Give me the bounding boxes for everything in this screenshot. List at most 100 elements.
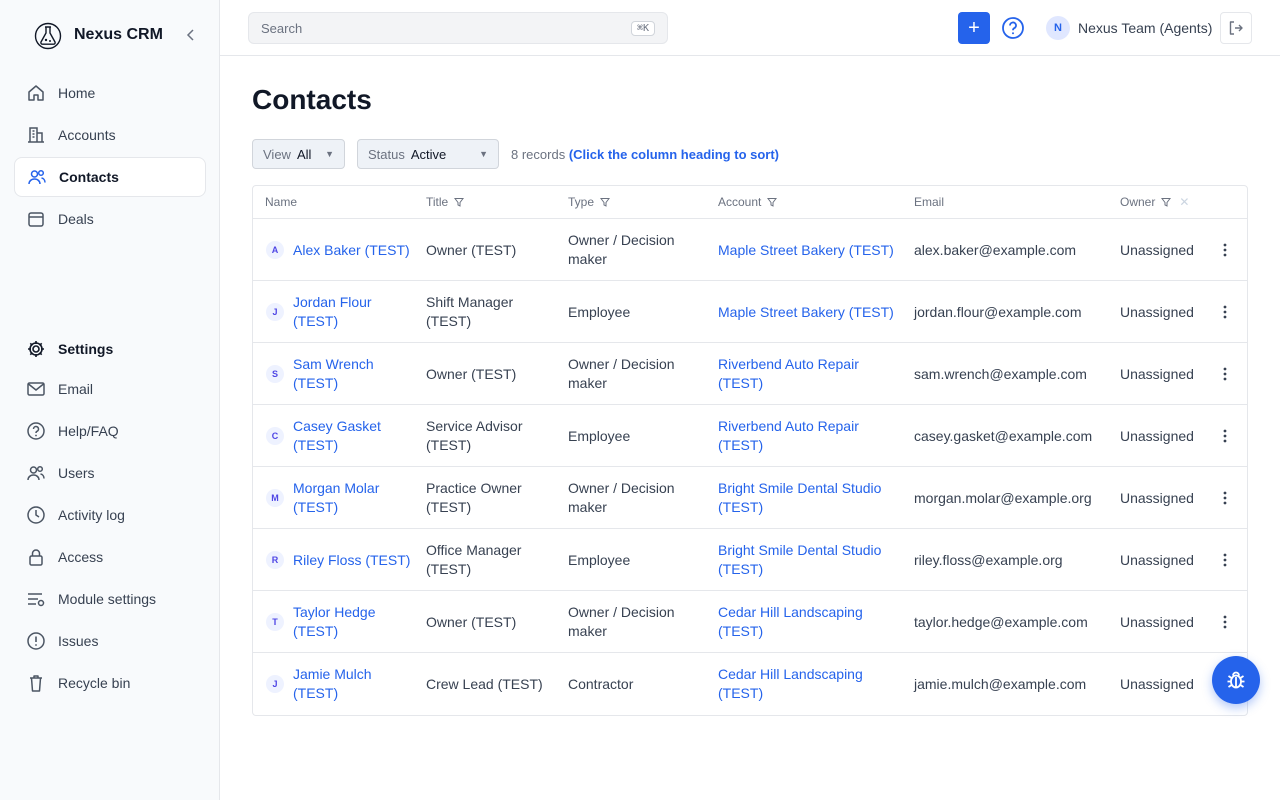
table-cell-name: Riley Floss (TEST) [293, 529, 413, 591]
table-row[interactable]: T Taylor Hedge (TEST) Owner (TEST) Owner / … [253, 591, 1247, 653]
sidebar-item-recycle-bin[interactable]: Recycle bin [14, 663, 206, 703]
contact-email: morgan.molar@example.org [914, 489, 1092, 506]
contact-name-link[interactable]: Sam Wrench (TEST) [293, 355, 413, 393]
table-row[interactable]: S Sam Wrench (TEST) Owner (TEST) Owner / De… [253, 343, 1247, 405]
records-count: 8 records [511, 147, 566, 162]
table-cell-account: Bright Smile Dental Studio (TEST) [718, 467, 903, 529]
contact-email: jordan.flour@example.com [914, 303, 1082, 320]
sidebar-item-contacts[interactable]: Contacts [14, 157, 206, 197]
sidebar-item-access[interactable]: Access [14, 537, 206, 577]
row-actions-button[interactable] [1217, 612, 1233, 632]
filter-icon[interactable] [600, 197, 611, 207]
row-actions-button[interactable] [1217, 240, 1233, 260]
filter-icon[interactable] [1161, 197, 1172, 207]
table-cell-account: Riverbend Auto Repair (TEST) [718, 405, 903, 467]
contact-avatar: R [266, 551, 284, 569]
account-link[interactable]: Bright Smile Dental Studio (TEST) [718, 479, 903, 517]
user-menu[interactable]: N Nexus Team (Agents) [1046, 16, 1212, 40]
contact-name-link[interactable]: Casey Gasket (TEST) [293, 417, 413, 455]
sidebar-item-users[interactable]: Users [14, 453, 206, 493]
contact-title: Practice Owner (TEST) [426, 480, 522, 515]
row-actions-button[interactable] [1217, 488, 1233, 508]
calendar-icon [26, 209, 46, 229]
logout-button[interactable] [1220, 12, 1252, 44]
filter-icon[interactable] [767, 197, 778, 207]
view-filter-select[interactable]: View All ▼ [252, 139, 345, 169]
table-row[interactable]: J Jamie Mulch (TEST) Crew Lead (TEST) Contr… [253, 653, 1247, 715]
sidebar: Nexus CRM Home Accounts Contacts Deals S… [0, 0, 220, 800]
sidebar-item-email[interactable]: Email [14, 369, 206, 409]
table-cell-email: riley.floss@example.org [914, 529, 1114, 591]
table-row[interactable]: C Casey Gasket (TEST) Service Advisor (TES… [253, 405, 1247, 467]
sidebar-item-home[interactable]: Home [14, 73, 206, 113]
table-cell-title: Practice Owner (TEST) [426, 467, 556, 529]
column-header-email[interactable]: Email [914, 195, 944, 209]
sidebar-item-label: Contacts [59, 169, 119, 185]
bug-report-button[interactable] [1212, 656, 1260, 704]
sidebar-item-issues[interactable]: Issues [14, 621, 206, 661]
table-cell-email: morgan.molar@example.org [914, 467, 1114, 529]
avatar: N [1046, 16, 1070, 40]
table-row[interactable]: M Morgan Molar (TEST) Practice Owner (TEST… [253, 467, 1247, 529]
sidebar-item-label: Access [58, 549, 104, 565]
column-header-owner[interactable]: Owner ✕ [1120, 195, 1189, 209]
column-header-account[interactable]: Account [718, 195, 778, 209]
account-link[interactable]: Cedar Hill Landscaping (TEST) [718, 665, 903, 703]
brand[interactable]: Nexus CRM [34, 20, 163, 50]
table-row[interactable]: R Riley Floss (TEST) Office Manager (TEST)… [253, 529, 1247, 591]
column-header-type[interactable]: Type [568, 195, 611, 209]
row-actions-button[interactable] [1217, 426, 1233, 446]
add-button[interactable]: + [958, 12, 990, 44]
account-link[interactable]: Maple Street Bakery (TEST) [718, 241, 894, 260]
table-row[interactable]: J Jordan Flour (TEST) Shift Manager (TEST)… [253, 281, 1247, 343]
sidebar-item-settings[interactable]: Settings [14, 329, 206, 369]
row-actions-button[interactable] [1217, 364, 1233, 384]
filter-icon[interactable] [454, 197, 465, 207]
search-box[interactable]: ⌘K [248, 12, 668, 44]
contact-title: Service Advisor (TEST) [426, 418, 523, 453]
account-link[interactable]: Maple Street Bakery (TEST) [718, 303, 894, 322]
search-shortcut: ⌘K [630, 20, 655, 36]
table-cell-email: jordan.flour@example.com [914, 281, 1114, 343]
contact-name-link[interactable]: Riley Floss (TEST) [293, 551, 410, 570]
help-button[interactable] [1001, 16, 1025, 40]
row-actions-button[interactable] [1217, 302, 1233, 322]
clear-filter-icon[interactable]: ✕ [1179, 195, 1189, 209]
contact-name-link[interactable]: Jordan Flour (TEST) [293, 293, 413, 331]
sort-hint: (Click the column heading to sort) [568, 147, 780, 162]
status-filter-select[interactable]: Status Active ▼ [357, 139, 499, 169]
contact-owner: Unassigned [1120, 427, 1194, 444]
account-link[interactable]: Cedar Hill Landscaping (TEST) [718, 603, 903, 641]
account-link[interactable]: Riverbend Auto Repair (TEST) [718, 355, 903, 393]
sidebar-item-help[interactable]: Help/FAQ [14, 411, 206, 451]
search-input[interactable] [261, 20, 631, 36]
column-header-title[interactable]: Title [426, 195, 465, 209]
column-header-name[interactable]: Name [265, 195, 297, 209]
logout-icon [1229, 21, 1243, 35]
sidebar-item-module-settings[interactable]: Module settings [14, 579, 206, 619]
contact-type: Owner / Decision maker [568, 356, 675, 391]
row-actions-button[interactable] [1217, 550, 1233, 570]
contact-name-link[interactable]: Taylor Hedge (TEST) [293, 603, 413, 641]
sidebar-item-accounts[interactable]: Accounts [14, 115, 206, 155]
contact-name-link[interactable]: Morgan Molar (TEST) [293, 479, 413, 517]
contact-avatar: J [266, 303, 284, 321]
account-link[interactable]: Bright Smile Dental Studio (TEST) [718, 541, 903, 579]
table-cell-owner: Unassigned [1120, 219, 1210, 281]
collapse-sidebar-button[interactable] [182, 26, 200, 44]
table-cell-account: Bright Smile Dental Studio (TEST) [718, 529, 903, 591]
table-cell-type: Employee [568, 405, 703, 467]
contact-name-link[interactable]: Jamie Mulch (TEST) [293, 665, 413, 703]
account-link[interactable]: Riverbend Auto Repair (TEST) [718, 417, 903, 455]
sidebar-item-deals[interactable]: Deals [14, 199, 206, 239]
column-label: Account [718, 195, 762, 209]
sidebar-item-activity-log[interactable]: Activity log [14, 495, 206, 535]
table-cell-account: Cedar Hill Landscaping (TEST) [718, 591, 903, 653]
table-row[interactable]: A Alex Baker (TEST) Owner (TEST) Owner / De… [253, 219, 1247, 281]
table-cell-title: Owner (TEST) [426, 591, 556, 653]
table-cell-title: Service Advisor (TEST) [426, 405, 556, 467]
contact-name-link[interactable]: Alex Baker (TEST) [293, 241, 410, 260]
sidebar-item-label: Settings [58, 341, 114, 357]
table-cell-email: jamie.mulch@example.com [914, 653, 1114, 715]
contact-title: Shift Manager (TEST) [426, 294, 514, 329]
